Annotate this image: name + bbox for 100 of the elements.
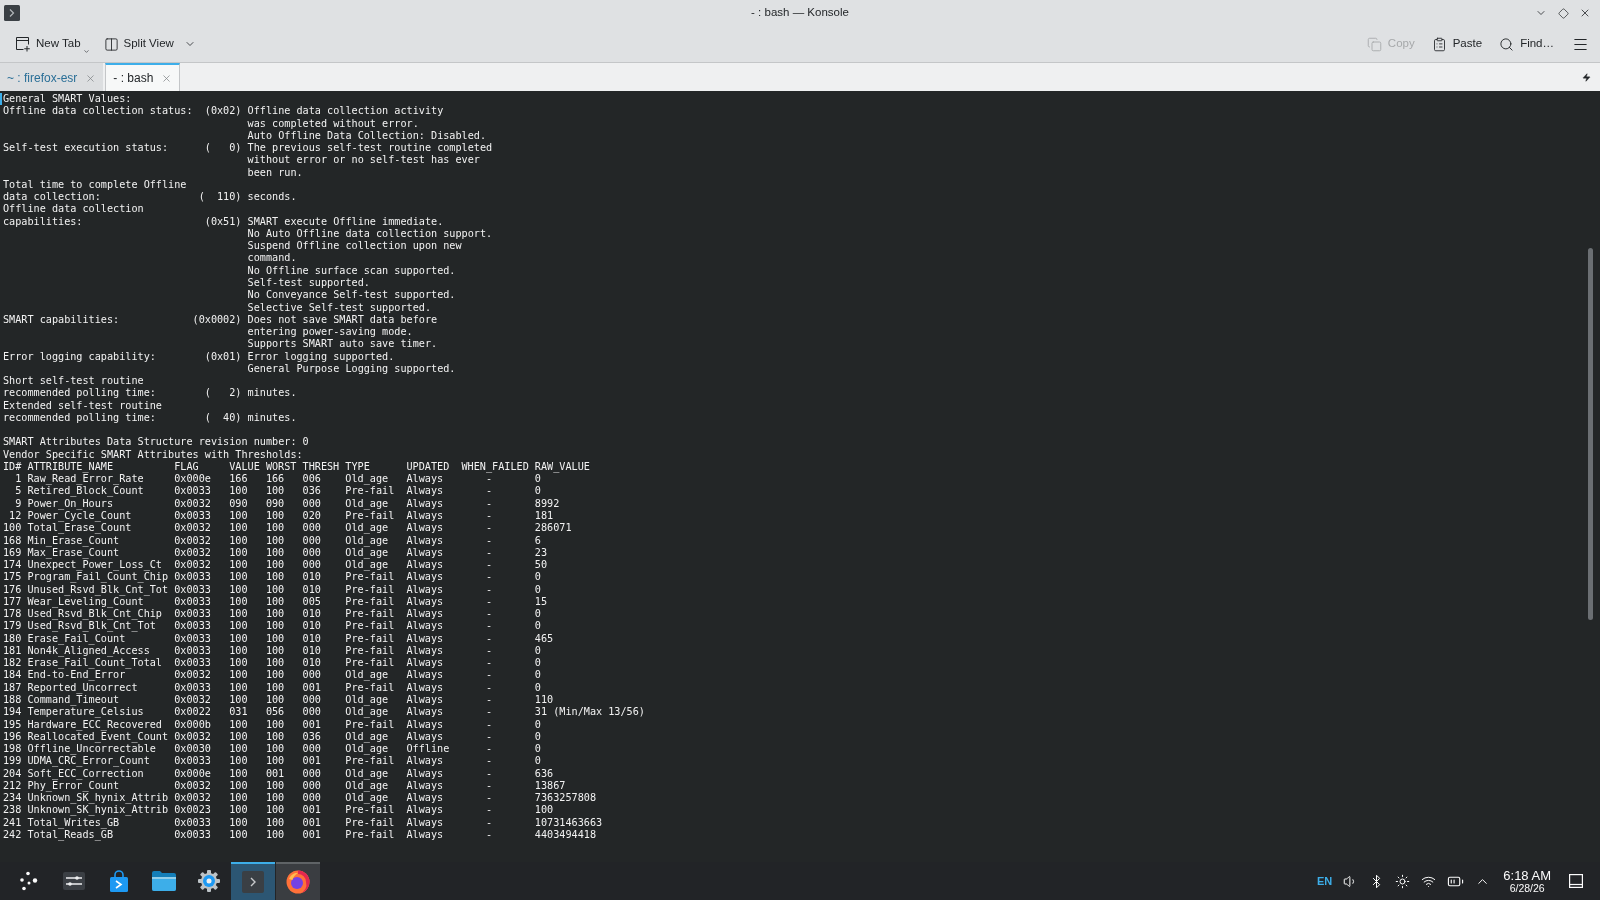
table-cell: Old_age xyxy=(345,534,389,546)
table-cell: 1 xyxy=(15,473,22,485)
table-cell: Always xyxy=(406,546,444,558)
table-cell: 0x0033 xyxy=(174,608,211,620)
find-button[interactable]: Find… xyxy=(1492,30,1561,58)
table-cell: Pre-fail xyxy=(345,510,395,521)
table-cell: 100 xyxy=(265,755,285,767)
table-cell: 100 xyxy=(265,620,285,632)
table-cell: - xyxy=(485,559,493,571)
table-cell: 100 xyxy=(265,583,285,595)
tab[interactable]: ~ : firefox-esr xyxy=(0,63,104,91)
table-cell: 000 xyxy=(302,779,321,791)
split-view-button[interactable]: Split View xyxy=(100,30,177,58)
table-cell: 100 xyxy=(229,816,248,828)
taskbar-task[interactable] xyxy=(231,862,275,900)
table-cell: 100 xyxy=(265,534,285,546)
table-cell: 010 xyxy=(302,571,321,583)
terminal-pane[interactable] xyxy=(0,92,1600,862)
table-cell: Old_age xyxy=(345,473,389,485)
table-cell: Max_Erase_Count xyxy=(27,546,120,558)
field-code: (0x01) xyxy=(204,350,242,364)
table-cell: Pre-fail xyxy=(345,816,395,828)
table-cell: 184 xyxy=(3,669,22,681)
table-cell: 100 xyxy=(265,522,285,534)
table-cell: Always xyxy=(406,644,444,656)
table-cell: 177 xyxy=(3,595,22,607)
table-cell: 100 xyxy=(229,779,248,791)
new-tab-button[interactable]: New Tab xyxy=(12,30,93,58)
table-cell: 0 xyxy=(534,473,541,485)
table-cell: Old_age xyxy=(345,779,389,791)
bolt-icon[interactable] xyxy=(1582,72,1591,82)
table-cell: 241 xyxy=(3,816,22,828)
table-cell: Old_age xyxy=(345,694,389,705)
table-cell: 001 xyxy=(302,755,321,767)
terminal-icon xyxy=(242,871,264,893)
section-heading: General SMART Values: xyxy=(3,93,132,106)
terminal-icon[interactable] xyxy=(4,5,20,21)
table-cell: Soft_ECC_Correction xyxy=(27,767,144,779)
table-cell: 0x0032 xyxy=(174,497,211,509)
table-cell: UDMA_CRC_Error_Count xyxy=(27,755,150,767)
field-description: Supports SMART auto save timer. xyxy=(247,338,438,351)
table-cell: Always xyxy=(406,620,444,632)
keyboard-layout[interactable]: EN xyxy=(1317,872,1333,890)
table-cell: Pre-fail xyxy=(345,595,395,607)
table-cell: Always xyxy=(406,485,444,497)
table-cell: 056 xyxy=(265,706,285,718)
field-code: ( 40) xyxy=(204,411,242,425)
table-cell: 0x0032 xyxy=(174,694,211,705)
scrollbar-thumb[interactable] xyxy=(1588,248,1593,620)
field-description: No Conveyance Self-test supported. xyxy=(247,289,456,302)
clock-time[interactable]: 6:18 AM xyxy=(1503,868,1551,882)
table-cell: Always xyxy=(406,632,444,644)
table-cell: 166 xyxy=(265,473,285,485)
table-cell: 100 xyxy=(229,632,248,644)
tab[interactable]: - : bash xyxy=(105,63,181,91)
maximize-button[interactable] xyxy=(1555,5,1571,21)
table-cell: 0 xyxy=(534,730,541,742)
table-cell: 0x000e xyxy=(174,473,211,485)
table-cell: 212 xyxy=(3,779,22,791)
table-cell: 100 xyxy=(265,632,285,644)
table-cell: 0x0032 xyxy=(174,730,211,742)
table-cell: Old_age xyxy=(345,522,389,534)
table-cell: 242 xyxy=(3,828,22,840)
column-header: WHEN_FAILED xyxy=(461,460,529,472)
table-cell: 0 xyxy=(534,755,541,767)
table-cell: Program_Fail_Count_Chip xyxy=(27,571,169,583)
table-cell: 090 xyxy=(229,497,248,509)
field-code: ( 0) xyxy=(204,142,242,156)
field-label: capabilities: xyxy=(3,215,83,229)
table-cell: Old_age xyxy=(345,669,389,681)
table-cell: 100 xyxy=(229,546,248,558)
table-cell: Always xyxy=(406,669,444,681)
taskbar-task[interactable] xyxy=(276,862,320,900)
clock-date[interactable]: 6/28/26 xyxy=(1509,882,1545,894)
table-cell: 036 xyxy=(302,485,321,497)
paste-button[interactable]: Paste xyxy=(1424,30,1490,58)
table-cell: - xyxy=(485,718,493,730)
brightness-icon[interactable] xyxy=(1395,873,1411,889)
table-cell: 0x0023 xyxy=(174,804,211,816)
field-description: No Offline surface scan supported. xyxy=(247,264,456,277)
table-cell: 636 xyxy=(534,767,554,779)
field-description: General Purpose Logging supported. xyxy=(247,362,456,376)
table-cell: 100 xyxy=(229,669,248,681)
field-label: Short self-test routine xyxy=(3,375,144,388)
table-cell: 000 xyxy=(302,792,321,804)
field-description: Selective Self-test supported. xyxy=(247,301,431,314)
table-cell: - xyxy=(485,779,493,791)
table-cell: 010 xyxy=(302,583,321,595)
column-header: UPDATED xyxy=(406,460,450,472)
table-cell: 7363257808 xyxy=(534,792,596,804)
table-cell: - xyxy=(485,632,493,644)
table-cell: 0x0033 xyxy=(174,816,211,828)
table-cell: 100 xyxy=(265,828,285,840)
field-code: (0x51) xyxy=(204,215,242,229)
table-cell: Pre-fail xyxy=(345,718,395,730)
table-cell: 169 xyxy=(3,546,22,558)
table-cell: Always xyxy=(406,828,444,840)
table-cell: 180 xyxy=(3,632,22,644)
table-cell: Wear_Leveling_Count xyxy=(27,595,144,607)
show-desktop-button[interactable] xyxy=(1566,871,1586,891)
